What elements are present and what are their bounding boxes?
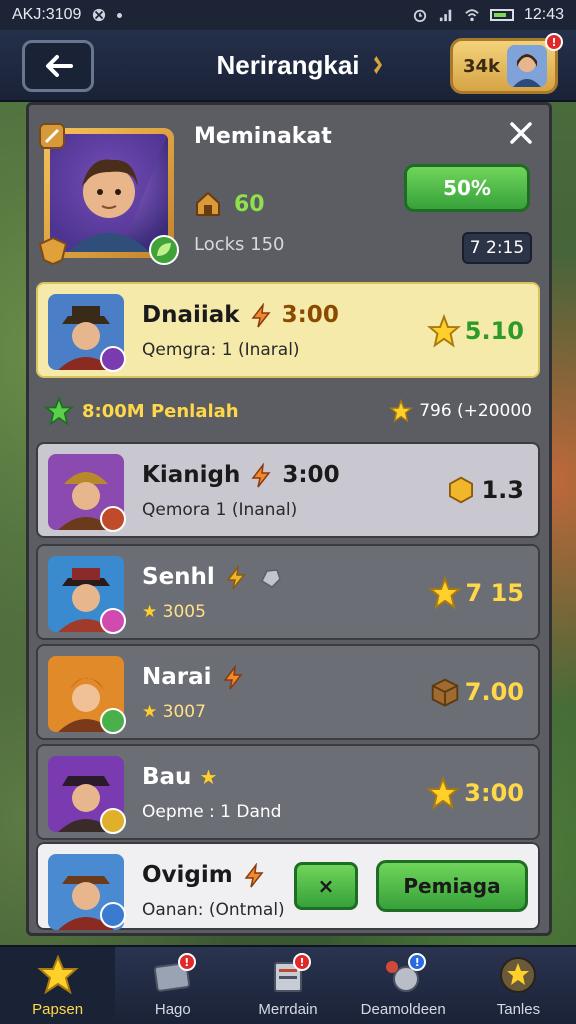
green-star-icon <box>44 396 74 426</box>
item-name: Bau ★ <box>142 764 218 790</box>
class-badge-icon <box>100 708 126 734</box>
lightning-icon <box>251 462 271 487</box>
item-value: 3:00 <box>426 776 524 810</box>
item-sub: Oepme : 1 Dand <box>142 802 282 822</box>
confirm-button[interactable]: Pemiaga <box>376 860 528 912</box>
item-sub: Oanan: (Ontmal) <box>142 900 285 920</box>
class-badge-icon <box>100 902 126 928</box>
shield-icon <box>38 236 68 266</box>
item-sub: ★ 3005 <box>142 602 206 622</box>
item-value: 5.10 <box>426 314 524 348</box>
star-icon <box>389 399 414 423</box>
house-icon <box>196 191 220 216</box>
stone-icon <box>260 568 281 588</box>
sword-icon <box>39 123 65 149</box>
wifi-icon <box>465 9 479 22</box>
lightning-icon <box>251 302 271 327</box>
star-icon: ★ <box>199 765 218 789</box>
nav-item-tanles[interactable]: Tanles <box>461 947 576 1024</box>
profile-badge: ! <box>545 33 563 51</box>
group-left-text: 8:00M Penlalah <box>82 400 239 422</box>
group-right-text: 796 (+20000 <box>419 401 532 421</box>
cancel-button[interactable]: × <box>294 862 358 910</box>
class-badge-icon <box>100 506 126 532</box>
class-badge-icon <box>100 608 126 634</box>
item-name: Ovigim <box>142 862 267 889</box>
star-icon <box>426 776 461 810</box>
lightning-icon <box>223 664 243 689</box>
nav-item-deamoldeen[interactable]: ! Deamoldeen <box>346 947 461 1024</box>
star-icon <box>36 955 79 995</box>
item-value: 7 15 <box>427 576 524 610</box>
hero-portrait[interactable] <box>38 123 179 266</box>
group-summary: 8:00M Penlalah 796 (+20000 <box>44 394 532 428</box>
item-sub: ★ 3007 <box>142 702 206 722</box>
star-icon <box>426 314 461 348</box>
list-item[interactable]: Narai ★ 3007 7.00 <box>36 644 540 740</box>
profile-chip[interactable]: 34k ! <box>450 33 563 94</box>
nav-label: Merrdain <box>258 1001 318 1018</box>
class-badge-icon <box>100 808 126 834</box>
nav-item-merrdain[interactable]: ! Merrdain <box>230 947 345 1024</box>
nav-item-papsen[interactable]: Papsen <box>0 947 116 1024</box>
profile-value: 34k <box>463 55 501 77</box>
gem-icon <box>449 476 474 504</box>
star-icon <box>427 576 462 610</box>
progress-button[interactable]: 50% <box>404 164 530 212</box>
crate-icon <box>431 678 459 707</box>
bottom-nav: Papsen ! Hago ! Merrdain ! Deamoldeen Ta… <box>0 945 576 1024</box>
list-item[interactable]: Dnaiiak 3:00 Qemgra: 1 (Inaral) 5.10 <box>36 282 540 378</box>
item-name: Senhl <box>142 564 283 591</box>
nav-label: Papsen <box>32 1001 84 1018</box>
item-name: Narai <box>142 664 246 691</box>
leaf-badge-icon <box>149 235 179 265</box>
status-bar: AKJ:3109 12:43 <box>0 0 576 30</box>
notification-badge: ! <box>293 953 311 971</box>
status-left-text: AKJ:3109 <box>12 6 82 23</box>
list-item[interactable]: Senhl ★ 3005 7 15 <box>36 544 540 640</box>
item-sub: Qemora 1 (Inanal) <box>142 500 298 520</box>
notification-dot-icon <box>117 12 123 18</box>
notification-badge: ! <box>177 953 196 971</box>
nav-label: Tanles <box>496 1001 541 1018</box>
item-value: 1.3 <box>445 474 524 506</box>
medal-icon <box>500 957 537 993</box>
hero-title: Meminakat <box>194 124 332 149</box>
nav-item-hago[interactable]: ! Hago <box>115 947 230 1024</box>
timer-badge: 7 2:15 <box>462 232 532 264</box>
item-name: Dnaiiak 3:00 <box>142 302 339 328</box>
status-time: 12:43 <box>523 6 564 23</box>
lightning-icon <box>244 862 264 887</box>
hero-level: 60 <box>234 192 265 217</box>
battery-icon <box>489 9 514 21</box>
hero-locks: Locks 150 <box>194 234 285 255</box>
class-badge-icon <box>100 346 126 372</box>
item-value: 7.00 <box>429 676 524 708</box>
top-header: Nerirangkai 34k ! <box>0 30 576 102</box>
item-name: Kianigh 3:00 <box>142 462 340 488</box>
close-icon[interactable] <box>508 120 534 146</box>
lightning-icon <box>226 564 246 589</box>
nav-label: Deamoldeen <box>360 1001 446 1018</box>
list-item[interactable]: Bau ★ Oepme : 1 Dand 3:00 <box>36 744 540 840</box>
nav-label: Hago <box>154 1001 191 1018</box>
app-icon <box>93 8 106 22</box>
list-item[interactable]: Kianigh 3:00 Qemora 1 (Inanal) 1.3 <box>36 442 540 538</box>
item-sub: Qemgra: 1 (Inaral) <box>142 340 300 360</box>
signal-icon <box>439 9 452 22</box>
alarm-icon <box>413 9 427 22</box>
avatar <box>507 45 547 87</box>
